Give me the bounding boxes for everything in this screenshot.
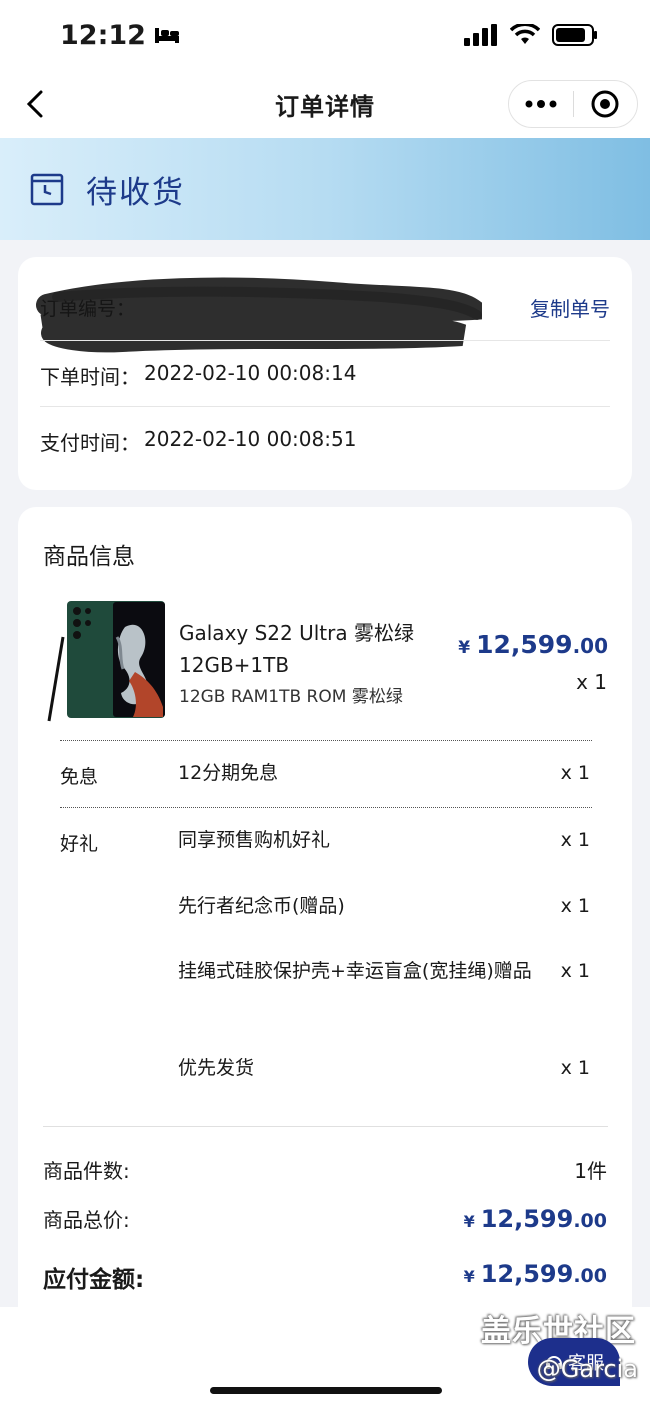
item-count-label: 商品件数: [43,1159,130,1183]
home-indicator[interactable] [210,1387,442,1394]
currency-symbol: ¥ [463,1212,475,1231]
order-time-row: 下单时间： 2022-02-10 00:08:14 [40,361,356,390]
product-info-card: 商品信息 Galaxy S22 Ultra 雾松绿 12GB+1TB 12GB … [18,507,632,1307]
currency-symbol: ¥ [463,1267,475,1286]
page-title: 订单详情 [275,92,375,121]
order-time-label: 下单时间： [40,365,140,389]
pay-time-value: 2022-02-10 00:08:51 [144,427,357,451]
price-decimal: .00 [573,1265,607,1287]
divider [40,406,610,407]
product-image[interactable] [43,597,168,722]
gift-item: 同享预售购机好礼 [178,829,331,851]
redaction-scribble [36,277,482,353]
user-watermark: @Garcia [536,1355,638,1383]
price-integer: 12,599 [480,1260,574,1288]
price-integer: 12,599 [476,630,573,659]
product-qty: x 1 [576,670,607,694]
order-time-value: 2022-02-10 00:08:14 [144,361,357,385]
status-bar: 12:12 [0,0,650,70]
price-integer: 12,599 [480,1205,574,1233]
close-mini-program-button[interactable] [574,81,638,127]
mini-program-capsule [508,80,638,128]
order-status-text: 待收货 [86,174,185,211]
total-price-label: 商品总价: [43,1208,130,1232]
gift-item: 优先发货 [178,1057,255,1079]
gift-label: 好礼 [60,833,99,855]
status-time: 12:12 [60,20,180,51]
summary-divider [43,1126,608,1127]
battery-icon [552,24,597,46]
interest-free-item: 12分期免息 [178,762,279,784]
gift-item: 挂绳式硅胶保护壳+幸运盲盒(宽挂绳)赠品 [178,960,532,982]
pay-time-row: 支付时间： 2022-02-10 00:08:51 [40,427,356,456]
price-decimal: .00 [572,634,608,658]
currency-symbol: ¥ [458,638,471,658]
section-title: 商品信息 [43,544,135,570]
more-dots-icon [525,100,557,108]
payable-amount: ¥ 12,599 .00 [464,1260,607,1288]
back-chevron-icon [26,90,43,118]
calendar-clock-icon [30,173,64,206]
interest-free-qty: x 1 [560,762,590,784]
order-info-card: 订单编号： 复制单号 下单时间： 2022-02-10 00:08:14 支付时… [18,257,632,490]
payable-amount-label: 应付金额: [43,1267,145,1293]
product-name: Galaxy S22 Ultra 雾松绿 12GB+1TB [179,621,414,677]
gift-qty: x 1 [560,829,590,851]
pay-time-label: 支付时间： [40,431,140,455]
order-status-banner: 待收货 [0,138,650,240]
product-spec: 12GB RAM1TB ROM 雾松绿 [179,687,403,707]
gift-qty: x 1 [560,960,590,982]
item-count-value: 1件 [574,1159,607,1183]
interest-free-label: 免息 [60,766,99,788]
wifi-icon [510,24,540,44]
order-number-row: 订单编号： 复制单号 [36,267,610,353]
gift-qty: x 1 [560,895,590,917]
back-button[interactable] [20,88,52,120]
gift-item: 先行者纪念币(赠品) [178,895,345,917]
product-price: ¥ 12,599 .00 [458,630,608,659]
copy-order-number-button[interactable]: 复制单号 [530,293,610,322]
price-decimal: .00 [573,1210,607,1232]
dotted-divider [60,740,592,741]
gift-qty: x 1 [560,1057,590,1079]
target-circle-icon [591,90,619,118]
status-icons [464,24,598,46]
bed-icon [154,28,179,43]
nav-bar: 订单详情 [0,70,650,138]
divider [40,340,610,341]
status-time-text: 12:12 [60,19,146,51]
more-button[interactable] [509,81,573,127]
cellular-signal-icon [464,24,497,46]
dotted-divider [60,807,592,808]
total-price: ¥ 12,599 .00 [464,1205,607,1233]
